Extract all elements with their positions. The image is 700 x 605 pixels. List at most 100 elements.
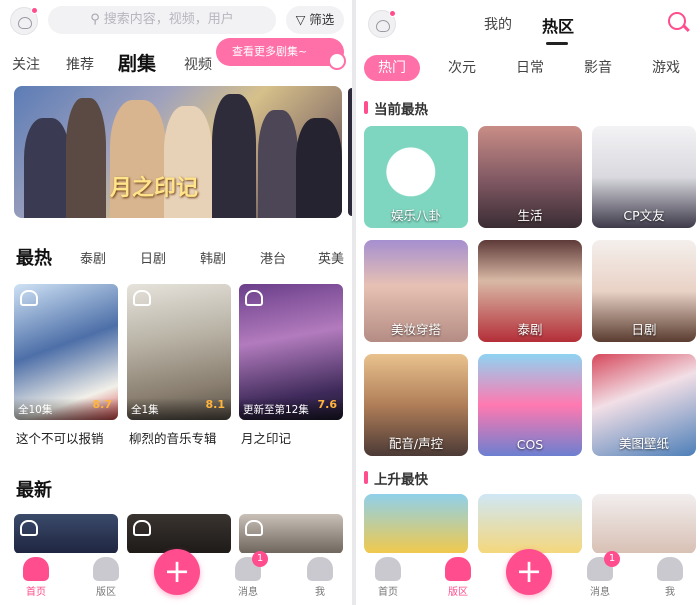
tab-mine[interactable]: 我的 [484, 14, 512, 34]
bottom-nav: 首页 版区 + 1 消息 我 [356, 549, 700, 605]
rating-score: 8.7 [92, 398, 113, 411]
tile-label: 生活 [517, 208, 543, 223]
category-japanese[interactable]: 日剧 [140, 248, 166, 267]
next-banner-peek [348, 88, 352, 216]
category-thai[interactable]: 泰剧 [80, 248, 106, 267]
tab-series[interactable]: 剧集 [118, 49, 156, 76]
poster-card[interactable] [239, 514, 343, 554]
hot-heading: 最热 [16, 248, 52, 269]
nav-board[interactable]: 版区 [76, 557, 136, 598]
board-tile[interactable] [478, 494, 582, 554]
favorite-icon[interactable] [245, 520, 263, 536]
board-tile[interactable]: CP文友 [592, 126, 696, 228]
nav-board[interactable]: 版区 [428, 557, 488, 598]
poster-card[interactable]: 全1集 8.1 [127, 284, 231, 420]
poster-title[interactable]: 这个不可以报销 [16, 428, 104, 447]
filter-button[interactable]: ▽ 筛选 [286, 6, 344, 34]
tab-follow[interactable]: 关注 [12, 54, 40, 74]
episode-status: 全10集 [18, 404, 53, 416]
banner-figure [66, 98, 106, 218]
nav-me[interactable]: 我 [640, 557, 700, 598]
poster-card[interactable] [14, 514, 118, 554]
user-avatar[interactable] [368, 10, 396, 38]
user-avatar[interactable] [10, 7, 38, 35]
filter-label: 筛选 [309, 12, 335, 27]
board-tile[interactable] [592, 494, 696, 554]
board-tile[interactable]: 配音/声控 [364, 354, 468, 456]
poster-info: 全10集 8.7 [14, 398, 118, 420]
nav-me[interactable]: 我 [290, 557, 350, 598]
tile-label: 美图壁纸 [618, 436, 669, 451]
search-input[interactable]: ⚲ 搜索内容，视频，用户 [48, 6, 276, 34]
nav-messages[interactable]: 1 消息 [570, 551, 630, 598]
poster-card[interactable] [127, 514, 231, 554]
create-post-button[interactable]: + [154, 549, 200, 595]
tile-label: CP文友 [623, 208, 665, 223]
bottom-nav: 首页 版区 + 1 消息 我 [0, 549, 352, 605]
section-rising: 上升最快 [364, 468, 428, 488]
board-tile[interactable]: 泰剧 [478, 240, 582, 342]
banner-figure [296, 118, 342, 218]
rating-score: 8.1 [205, 398, 226, 411]
poster-card[interactable]: 全10集 8.7 [14, 284, 118, 420]
tab-video[interactable]: 视频 [184, 54, 212, 74]
category-usuk[interactable]: 英美 [318, 248, 344, 267]
nav-home-label: 首页 [26, 587, 46, 598]
tab-recommend[interactable]: 推荐 [66, 54, 94, 74]
home-icon [23, 557, 49, 581]
section-current-hot: 当前最热 [364, 98, 428, 118]
more-series-bubble[interactable]: 查看更多剧集~ [216, 38, 346, 70]
right-screen: 我的 热区 热门 次元 日常 影音 游戏 当前最热 娱乐八卦 生活 CP文友 美… [356, 0, 700, 605]
unread-badge: 1 [252, 551, 268, 567]
poster-title[interactable]: 月之印记 [241, 428, 291, 447]
create-post-button[interactable]: + [506, 549, 552, 595]
favorite-icon[interactable] [245, 290, 263, 306]
favorite-icon[interactable] [133, 290, 151, 306]
chip-daily[interactable]: 日常 [516, 55, 544, 81]
featured-banner[interactable]: 月之印记 [14, 86, 342, 218]
favorite-icon[interactable] [20, 520, 38, 536]
episode-status: 更新至第12集 [243, 404, 309, 416]
board-tile[interactable] [364, 494, 468, 554]
banner-figure [258, 110, 298, 218]
tile-label: 美妆穿搭 [390, 322, 441, 337]
tile-label: 泰剧 [517, 322, 543, 337]
board-icon [93, 557, 119, 581]
board-tile[interactable]: 娱乐八卦 [364, 126, 468, 228]
unread-badge: 1 [604, 551, 620, 567]
profile-icon [657, 557, 683, 581]
tab-hot-zone[interactable]: 热区 [542, 13, 574, 37]
nav-home[interactable]: 首页 [6, 557, 66, 598]
notification-dot [31, 7, 38, 14]
board-tile[interactable]: 美图壁纸 [592, 354, 696, 456]
mascot-icon [328, 52, 346, 70]
tile-label: 配音/声控 [388, 436, 444, 451]
search-icon[interactable] [668, 12, 686, 30]
left-screen: ⚲ 搜索内容，视频，用户 ▽ 筛选 关注 推荐 剧集 视频 查看更多剧集~ 月之印… [0, 0, 352, 605]
chip-media[interactable]: 影音 [584, 55, 612, 81]
category-korean[interactable]: 韩剧 [200, 248, 226, 267]
nav-me-label: 我 [315, 587, 325, 598]
poster-info: 全1集 8.1 [127, 398, 231, 420]
bubble-text: 查看更多剧集~ [232, 45, 308, 58]
avatar-face-icon [376, 20, 390, 32]
category-hktw[interactable]: 港台 [260, 248, 286, 267]
poster-info: 更新至第12集 7.6 [239, 398, 343, 420]
home-icon [375, 557, 401, 581]
board-tile[interactable]: 生活 [478, 126, 582, 228]
nav-home[interactable]: 首页 [358, 557, 418, 598]
board-tile[interactable]: 日剧 [592, 240, 696, 342]
nav-messages-label: 消息 [590, 587, 610, 598]
chip-hot[interactable]: 热门 [364, 55, 420, 81]
chip-2d[interactable]: 次元 [448, 55, 476, 81]
nav-messages[interactable]: 1 消息 [218, 551, 278, 598]
board-tile[interactable]: 美妆穿搭 [364, 240, 468, 342]
poster-card[interactable]: 更新至第12集 7.6 [239, 284, 343, 420]
chip-games[interactable]: 游戏 [652, 55, 680, 81]
favorite-icon[interactable] [20, 290, 38, 306]
profile-icon [307, 557, 333, 581]
poster-title[interactable]: 柳烈的音乐专辑 [129, 428, 217, 447]
banner-figure [212, 94, 256, 218]
favorite-icon[interactable] [133, 520, 151, 536]
board-tile[interactable]: COS [478, 354, 582, 456]
